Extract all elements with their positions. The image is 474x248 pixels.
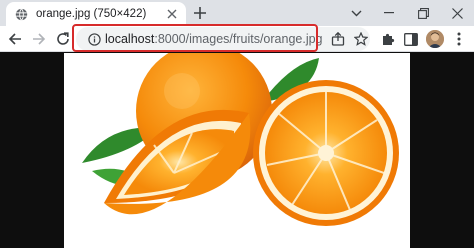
arrow-right-icon[interactable] xyxy=(28,28,50,50)
minimize-icon[interactable] xyxy=(378,3,400,23)
orange-image xyxy=(64,53,410,248)
star-icon[interactable] xyxy=(353,31,369,47)
share-icon[interactable] xyxy=(330,31,346,47)
browser-window: orange.jpg (750×422) localhost:8000/imag… xyxy=(0,0,474,248)
reload-icon[interactable] xyxy=(52,28,74,50)
avatar[interactable] xyxy=(426,30,444,48)
tab-orange-jpg[interactable]: orange.jpg (750×422) xyxy=(6,2,186,26)
side-panel-icon[interactable] xyxy=(400,28,422,50)
tab-title: orange.jpg (750×422) xyxy=(36,8,147,20)
tab-strip: orange.jpg (750×422) xyxy=(0,0,474,26)
new-tab-button[interactable] xyxy=(190,3,210,23)
address-bar-highlight xyxy=(72,24,318,52)
close-icon[interactable] xyxy=(446,3,468,23)
globe-icon xyxy=(14,7,28,21)
page-content xyxy=(0,53,474,248)
chevron-down-icon[interactable] xyxy=(346,3,366,23)
kebab-menu-icon[interactable] xyxy=(448,28,470,50)
arrow-left-icon[interactable] xyxy=(4,28,26,50)
puzzle-icon[interactable] xyxy=(377,28,399,50)
close-icon[interactable] xyxy=(164,6,180,22)
restore-icon[interactable] xyxy=(412,3,434,23)
